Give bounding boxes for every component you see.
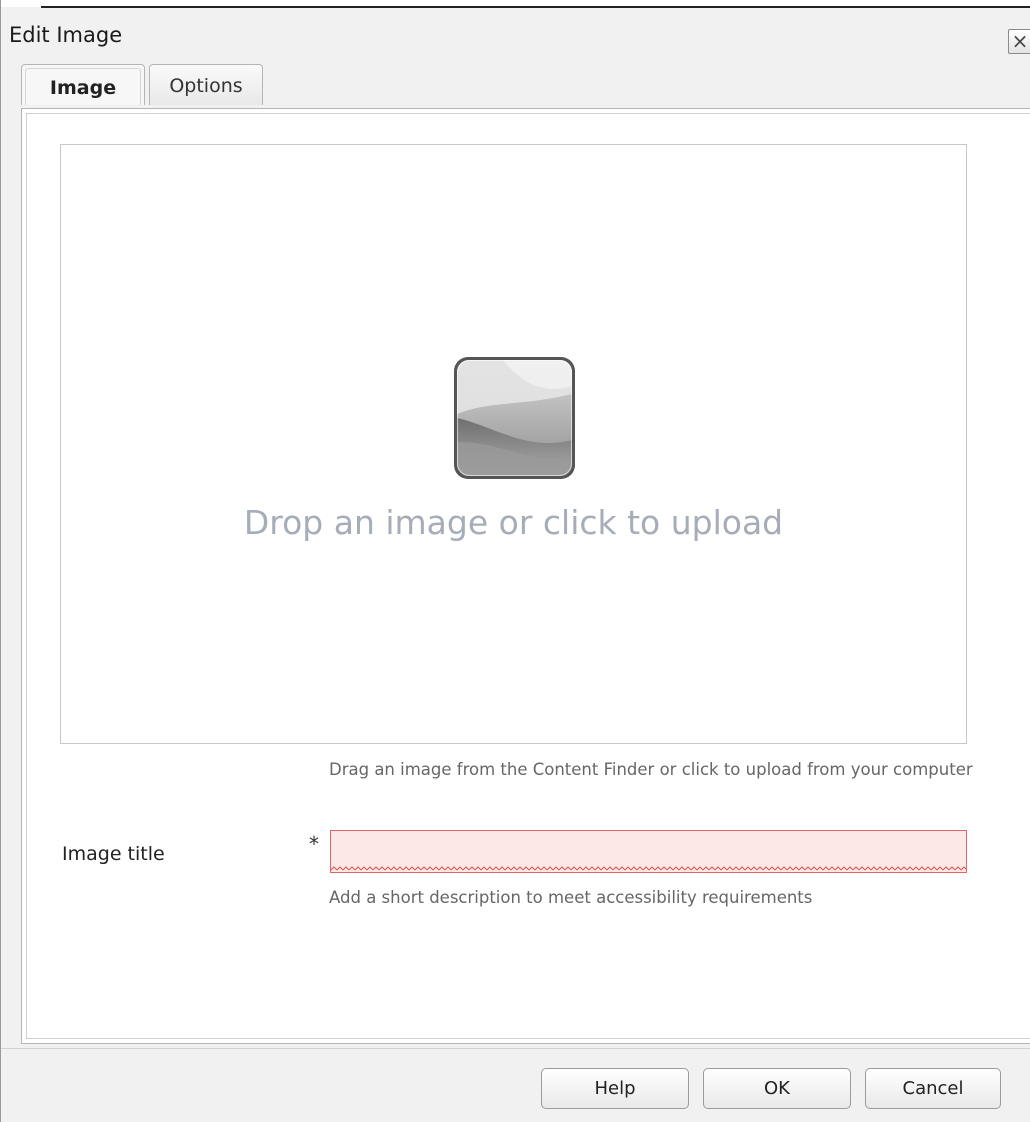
tab-image[interactable]: Image [21, 64, 145, 110]
footer-divider [1, 1048, 1030, 1049]
image-dropzone[interactable]: Drop an image or click to upload [60, 144, 967, 744]
help-button[interactable]: Help [541, 1068, 689, 1109]
close-icon: × [1011, 29, 1029, 53]
dialog-title: Edit Image [9, 23, 123, 47]
dropzone-help-text: Drag an image from the Content Finder or… [329, 760, 973, 779]
image-title-help-text: Add a short description to meet accessib… [329, 888, 813, 907]
top-edge [1, 0, 1030, 8]
cancel-button[interactable]: Cancel [865, 1068, 1001, 1109]
ok-button[interactable]: OK [703, 1068, 851, 1109]
close-button[interactable]: × [1008, 29, 1030, 54]
edit-image-dialog: Edit Image × Image Options Drop an image… [0, 0, 1030, 1122]
invalid-underline [331, 866, 966, 872]
image-title-label: Image title [62, 843, 165, 865]
tab-image-label: Image [25, 68, 141, 110]
image-placeholder-icon [454, 357, 575, 479]
tab-options[interactable]: Options [149, 64, 263, 108]
dialog-titlebar[interactable]: Edit Image × [1, 8, 1030, 58]
dropzone-text: Drop an image or click to upload [243, 503, 784, 542]
tab-strip: Image Options [21, 64, 1030, 110]
required-marker: * [309, 832, 319, 856]
